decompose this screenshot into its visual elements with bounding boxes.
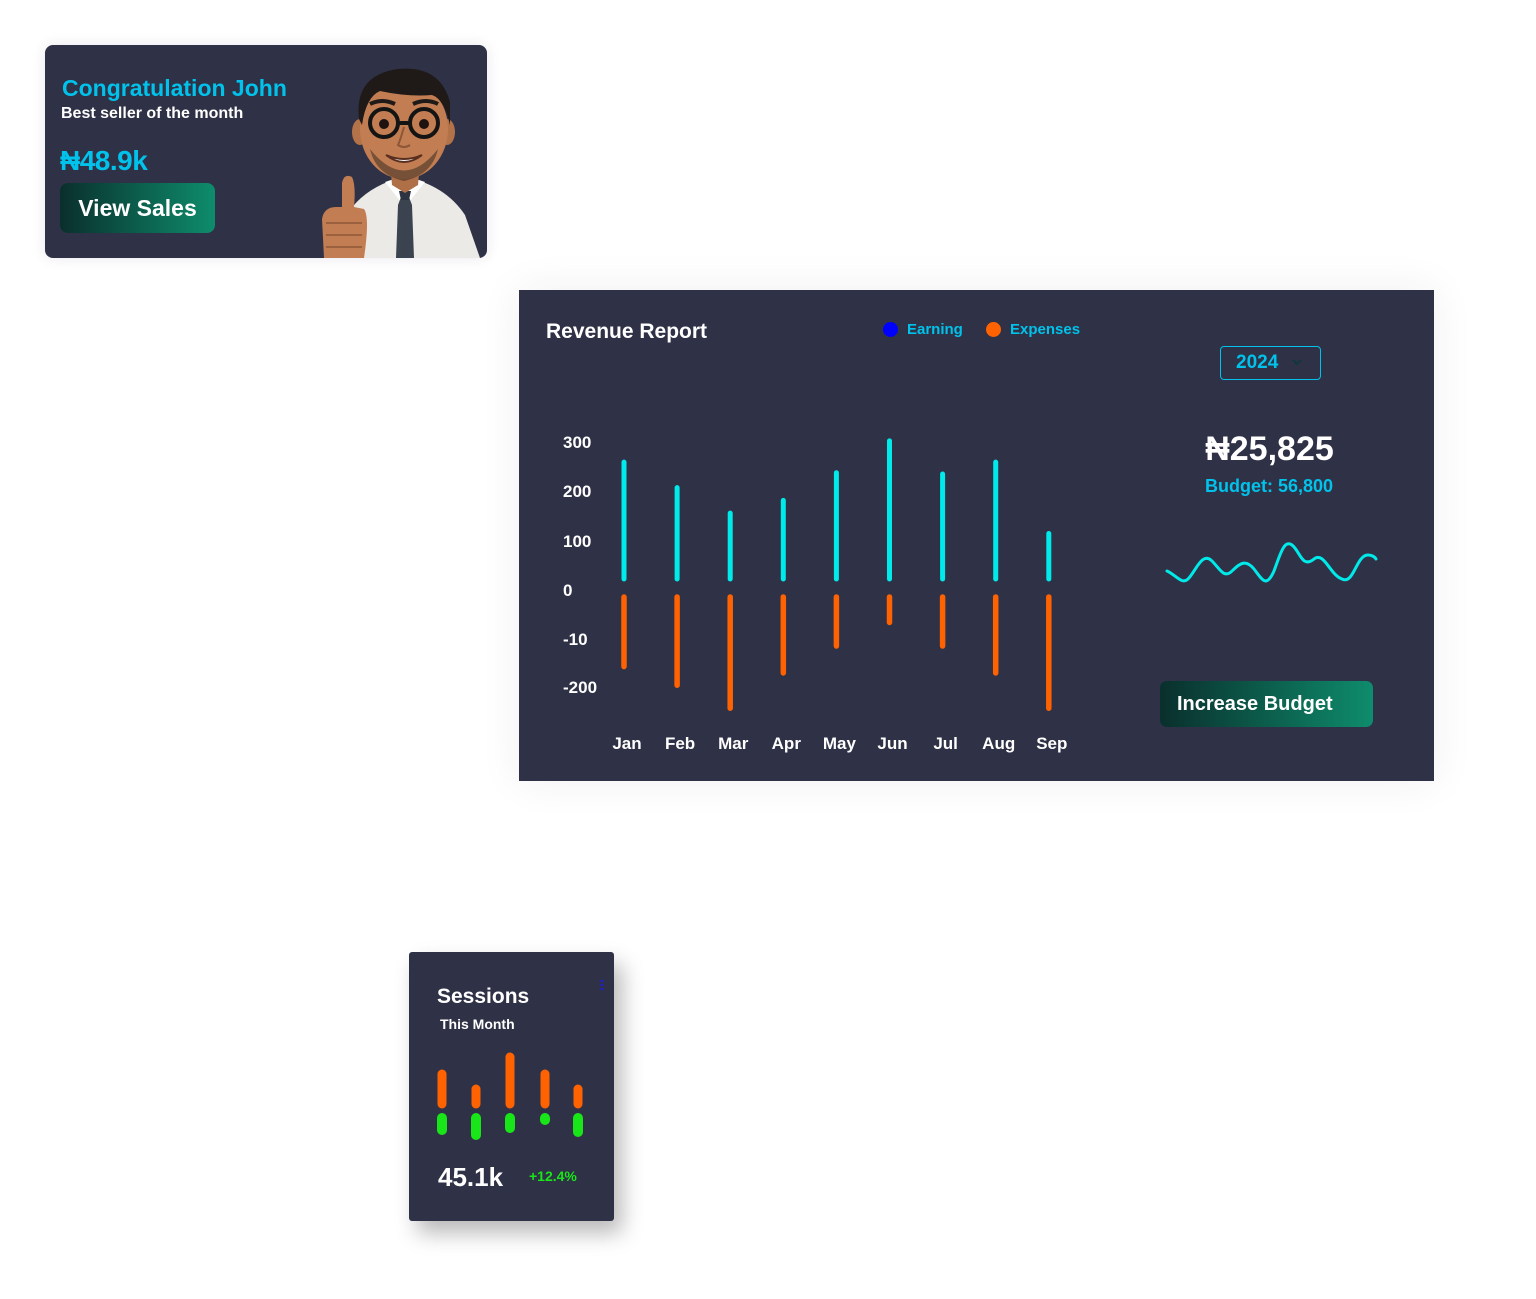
congrats-amount: ₦48.9k (60, 145, 148, 176)
budget-sparkline (1165, 542, 1378, 583)
revenue-total: ₦25,825 (1205, 430, 1334, 468)
x-tick-label: Jun (877, 734, 907, 753)
sessions-value: 45.1k (438, 1162, 504, 1192)
revenue-report-card: Revenue Report Earning Expenses 2024 300… (519, 290, 1434, 781)
congrats-card: Congratulation John Best seller of the m… (45, 45, 487, 258)
congrats-subtitle: Best seller of the month (61, 105, 244, 122)
chevron-down-icon (1292, 359, 1302, 366)
congrats-title: Congratulation John (62, 75, 287, 101)
sessions-change: +12.4% (529, 1168, 577, 1184)
x-tick-label: Jan (612, 734, 641, 753)
increase-budget-button[interactable]: Increase Budget (1160, 681, 1373, 727)
y-tick-label: 200 (563, 482, 591, 501)
year-select-value: 2024 (1236, 352, 1279, 373)
x-tick-label: Feb (665, 734, 695, 753)
x-tick-label: Aug (982, 734, 1015, 753)
x-tick-label: Mar (718, 734, 749, 753)
x-tick-label: Jul (933, 734, 958, 753)
x-tick-label: Apr (772, 734, 802, 753)
year-select[interactable]: 2024 (1220, 346, 1321, 380)
revenue-chart: 300 200 100 0 -10 -200 Jan Feb Mar Apr May Jun Jul Au… (563, 433, 1067, 753)
x-tick-label: Sep (1036, 734, 1067, 753)
view-sales-button[interactable]: View Sales (60, 183, 215, 233)
y-tick-label: 300 (563, 433, 591, 452)
sessions-card: Sessions This Month 45.1k +12.4% (409, 952, 614, 1221)
y-tick-label: 100 (563, 532, 591, 551)
budget-label: Budget: 56,800 (1204, 476, 1334, 496)
y-tick-label: 0 (563, 581, 572, 600)
x-tick-label: May (823, 734, 857, 753)
avatar (322, 68, 480, 258)
y-tick-label: -200 (563, 678, 597, 697)
y-tick-label: -10 (563, 630, 588, 649)
